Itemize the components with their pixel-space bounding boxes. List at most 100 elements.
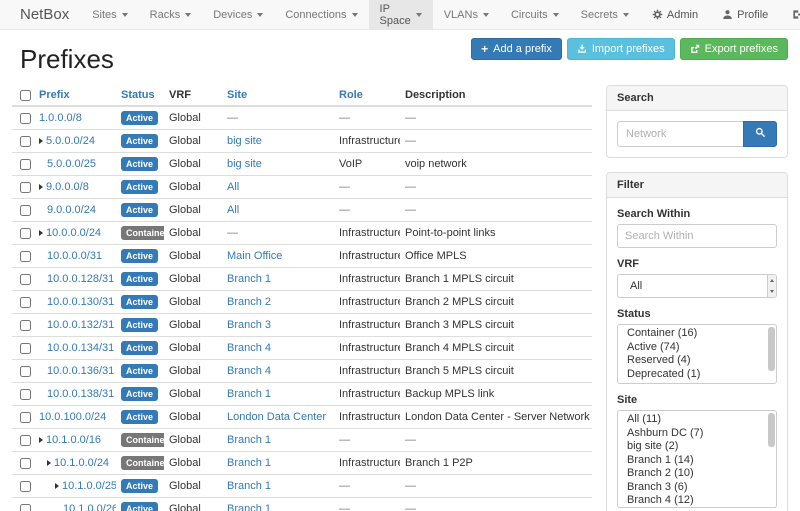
prefix-link[interactable]: 10.0.0.134/31: [47, 342, 114, 354]
site-link[interactable]: Branch 1: [227, 273, 271, 285]
site-link[interactable]: big site: [227, 158, 262, 170]
scrollbar-thumb[interactable]: [768, 413, 775, 447]
nav-item-vlans[interactable]: VLANs: [433, 0, 500, 29]
row-checkbox[interactable]: [20, 481, 31, 492]
prefix-link[interactable]: 10.0.0.136/31: [47, 365, 114, 377]
row-checkbox[interactable]: [20, 228, 31, 239]
row-checkbox[interactable]: [20, 205, 31, 216]
prefix-link[interactable]: 5.0.0.0/24: [46, 135, 95, 147]
column-sort-link[interactable]: Prefix: [39, 89, 70, 101]
search-submit-button[interactable]: [743, 121, 777, 147]
prefix-link[interactable]: 10.1.0.0/25: [62, 480, 116, 492]
row-checkbox[interactable]: [20, 251, 31, 262]
site-link[interactable]: Branch 1: [227, 434, 271, 446]
row-checkbox[interactable]: [20, 159, 31, 170]
export-prefixes-button[interactable]: Export prefixes: [680, 38, 788, 60]
nav-item-devices[interactable]: Devices: [202, 0, 274, 29]
listbox-option[interactable]: Container (16): [618, 327, 776, 341]
profile-link[interactable]: Profile: [710, 0, 780, 29]
nav-item-circuits[interactable]: Circuits: [500, 0, 570, 29]
prefix-link[interactable]: 10.1.0.0/24: [54, 457, 109, 469]
prefix-link[interactable]: 10.0.0.0/31: [47, 250, 102, 262]
row-checkbox[interactable]: [20, 366, 31, 377]
prefix-link[interactable]: 5.0.0.0/25: [47, 158, 96, 170]
row-checkbox[interactable]: [20, 435, 31, 446]
listbox-option[interactable]: Branch 5 (7): [618, 508, 776, 509]
row-checkbox[interactable]: [20, 343, 31, 354]
listbox-option[interactable]: big site (2): [618, 440, 776, 454]
prefix-link[interactable]: 10.0.0.132/31: [47, 319, 114, 331]
site-link[interactable]: Branch 3: [227, 319, 271, 331]
import-prefixes-button[interactable]: Import prefixes: [567, 38, 675, 60]
status-multiselect[interactable]: Container (16)Active (74)Reserved (4)Dep…: [617, 324, 777, 384]
row-checkbox[interactable]: [20, 182, 31, 193]
prefix-link[interactable]: 9.0.0.0/8: [46, 181, 89, 193]
vrf-cell: Global: [164, 498, 222, 511]
site-link[interactable]: All: [227, 181, 239, 193]
nav-item-ip-space[interactable]: IP Space: [369, 0, 433, 29]
site-link[interactable]: Branch 4: [227, 365, 271, 377]
column-sort-link[interactable]: Site: [227, 89, 247, 101]
site-link[interactable]: Branch 1: [227, 457, 271, 469]
prefix-link[interactable]: 10.0.100.0/24: [39, 411, 106, 423]
listbox-option[interactable]: Branch 4 (12): [618, 494, 776, 508]
prefix-link[interactable]: 10.0.0.130/31: [47, 296, 114, 308]
site-link[interactable]: big site: [227, 135, 262, 147]
listbox-option[interactable]: Active (74): [618, 341, 776, 355]
site-link[interactable]: London Data Center: [227, 411, 326, 423]
expand-arrow-icon[interactable]: [39, 138, 43, 144]
listbox-option[interactable]: Ashburn DC (7): [618, 427, 776, 441]
row-checkbox[interactable]: [20, 113, 31, 124]
admin-link[interactable]: Admin: [640, 0, 710, 29]
scrollbar-thumb[interactable]: [768, 327, 775, 371]
nav-item-racks[interactable]: Racks: [139, 0, 203, 29]
search-input[interactable]: [617, 121, 743, 147]
listbox-option[interactable]: Branch 2 (10): [618, 467, 776, 481]
row-checkbox[interactable]: [20, 412, 31, 423]
prefix-link[interactable]: 10.0.0.138/31: [47, 388, 114, 400]
add-prefix-button[interactable]: + Add a prefix: [471, 38, 562, 60]
listbox-option[interactable]: All (11): [618, 413, 776, 427]
prefix-link[interactable]: 10.1.0.0/16: [46, 434, 101, 446]
prefix-link[interactable]: 1.0.0.0/8: [39, 112, 82, 124]
column-sort-link[interactable]: Role: [339, 89, 363, 101]
row-checkbox[interactable]: [20, 458, 31, 469]
row-checkbox[interactable]: [20, 136, 31, 147]
brand-link[interactable]: NetBox: [8, 0, 81, 29]
site-multiselect[interactable]: All (11)Ashburn DC (7)big site (2)Branch…: [617, 410, 777, 508]
logout-link[interactable]: Log out: [780, 0, 800, 29]
listbox-option[interactable]: Deprecated (1): [618, 368, 776, 382]
search-within-input[interactable]: [617, 224, 777, 248]
listbox-option[interactable]: Branch 1 (14): [618, 454, 776, 468]
row-checkbox[interactable]: [20, 297, 31, 308]
select-all-checkbox[interactable]: [20, 90, 31, 101]
prefix-link[interactable]: 10.0.0.128/31: [47, 273, 114, 285]
nav-item-connections[interactable]: Connections: [274, 0, 368, 29]
site-link[interactable]: Main Office: [227, 250, 282, 262]
expand-arrow-icon[interactable]: [39, 184, 43, 190]
column-sort-link[interactable]: Status: [121, 89, 155, 101]
expand-arrow-icon[interactable]: [39, 230, 43, 236]
nav-item-secrets[interactable]: Secrets: [570, 0, 640, 29]
site-link[interactable]: Branch 2: [227, 296, 271, 308]
site-link[interactable]: Branch 1: [227, 480, 271, 492]
nav-item-sites[interactable]: Sites: [81, 0, 138, 29]
site-link[interactable]: Branch 1: [227, 503, 271, 511]
row-checkbox[interactable]: [20, 389, 31, 400]
row-checkbox[interactable]: [20, 504, 31, 511]
row-checkbox[interactable]: [20, 320, 31, 331]
prefix-link[interactable]: 10.0.0.0/24: [46, 227, 101, 239]
listbox-option[interactable]: Reserved (4): [618, 354, 776, 368]
listbox-option[interactable]: Branch 3 (6): [618, 481, 776, 495]
expand-arrow-icon[interactable]: [39, 437, 43, 443]
site-link[interactable]: Branch 4: [227, 342, 271, 354]
row-checkbox[interactable]: [20, 274, 31, 285]
site-link[interactable]: Branch 1: [227, 388, 271, 400]
expand-arrow-icon[interactable]: [55, 483, 59, 489]
prefix-link[interactable]: 9.0.0.0/24: [47, 204, 96, 216]
select-spinner-icon[interactable]: [767, 275, 776, 297]
vrf-select[interactable]: All: [617, 274, 777, 298]
expand-arrow-icon[interactable]: [47, 460, 51, 466]
site-link[interactable]: All: [227, 204, 239, 216]
prefix-link[interactable]: 10.1.0.0/26: [63, 503, 116, 511]
